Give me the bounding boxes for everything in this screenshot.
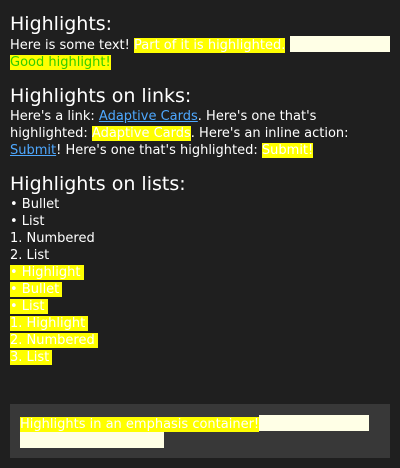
highlighted-list-item: 1. Highlight [10, 316, 89, 331]
highlighted-list-item: 3. List [10, 350, 53, 365]
highlighted-list-item: • Highlight [10, 265, 84, 280]
adaptive-cards-highlighted-link[interactable]: Adaptive Cards [91, 126, 191, 141]
plain-text: Here is some text! [10, 38, 135, 53]
emphasis-container: Highlights in an emphasis container! [10, 404, 390, 458]
highlight-blank-area [289, 36, 390, 52]
list-item: • Bullet [10, 197, 60, 212]
links-paragraph: Here's a link: Adaptive Cards. Here's on… [10, 108, 390, 159]
highlighted-list-item: • Bullet [10, 282, 63, 297]
highlighted-list-item: • List [10, 299, 48, 314]
highlight-blank-area [20, 432, 164, 448]
highlighted-list-item: 2. Numbered [10, 333, 98, 348]
adaptive-cards-link[interactable]: Adaptive Cards [99, 109, 198, 124]
links-text-4: ! Here's one that's highlighted: [56, 143, 262, 158]
highlighted-list: • Highlight • Bullet • List 1. Highlight… [10, 264, 390, 366]
list-item: • List [10, 214, 45, 229]
good-highlight-text: Good highlight! [10, 55, 111, 70]
submit-highlighted-action[interactable]: Submit! [261, 143, 314, 158]
plain-list: • Bullet • List 1. Numbered 2. List [10, 196, 390, 264]
links-title: Highlights on links: [10, 85, 192, 107]
list-item: 1. Numbered [10, 231, 95, 246]
emphasis-highlighted-text: Highlights in an emphasis container! [20, 417, 260, 432]
links-text-3: . Here's an inline action: [190, 126, 349, 141]
adaptive-card: Highlights: Here is some text! Part of i… [0, 0, 400, 468]
highlights-paragraph: Here is some text! Part of it is highlig… [10, 36, 390, 71]
lists-title: Highlights on lists: [10, 173, 186, 195]
submit-action-link[interactable]: Submit [10, 143, 56, 158]
highlight-blank-area [259, 415, 370, 431]
list-item: 2. List [10, 248, 50, 263]
links-text-1: Here's a link: [10, 109, 99, 124]
highlights-title: Highlights: [10, 13, 113, 35]
highlighted-text: Part of it is highlighted. [134, 38, 286, 53]
